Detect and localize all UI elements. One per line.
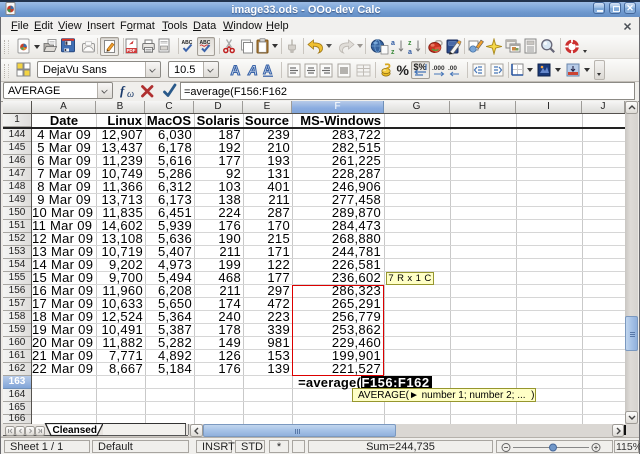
svg-text:.00: .00 <box>448 65 457 72</box>
svg-text:Cleansed: Cleansed <box>53 425 97 436</box>
svg-text:PDF: PDF <box>127 48 136 53</box>
svg-text:A: A <box>247 63 258 78</box>
svg-text:f: f <box>120 84 126 98</box>
svg-text:A: A <box>231 63 241 78</box>
svg-text:z: z <box>408 40 412 47</box>
svg-text:a: a <box>408 49 412 55</box>
svg-text:%: % <box>397 63 410 77</box>
svg-text:ω: ω <box>127 89 134 99</box>
svg-text:.000: .000 <box>432 65 445 72</box>
svg-text:$%: $% <box>414 62 427 72</box>
svg-text:A: A <box>263 63 272 77</box>
svg-text:a: a <box>391 40 395 47</box>
svg-text:z: z <box>391 49 395 55</box>
